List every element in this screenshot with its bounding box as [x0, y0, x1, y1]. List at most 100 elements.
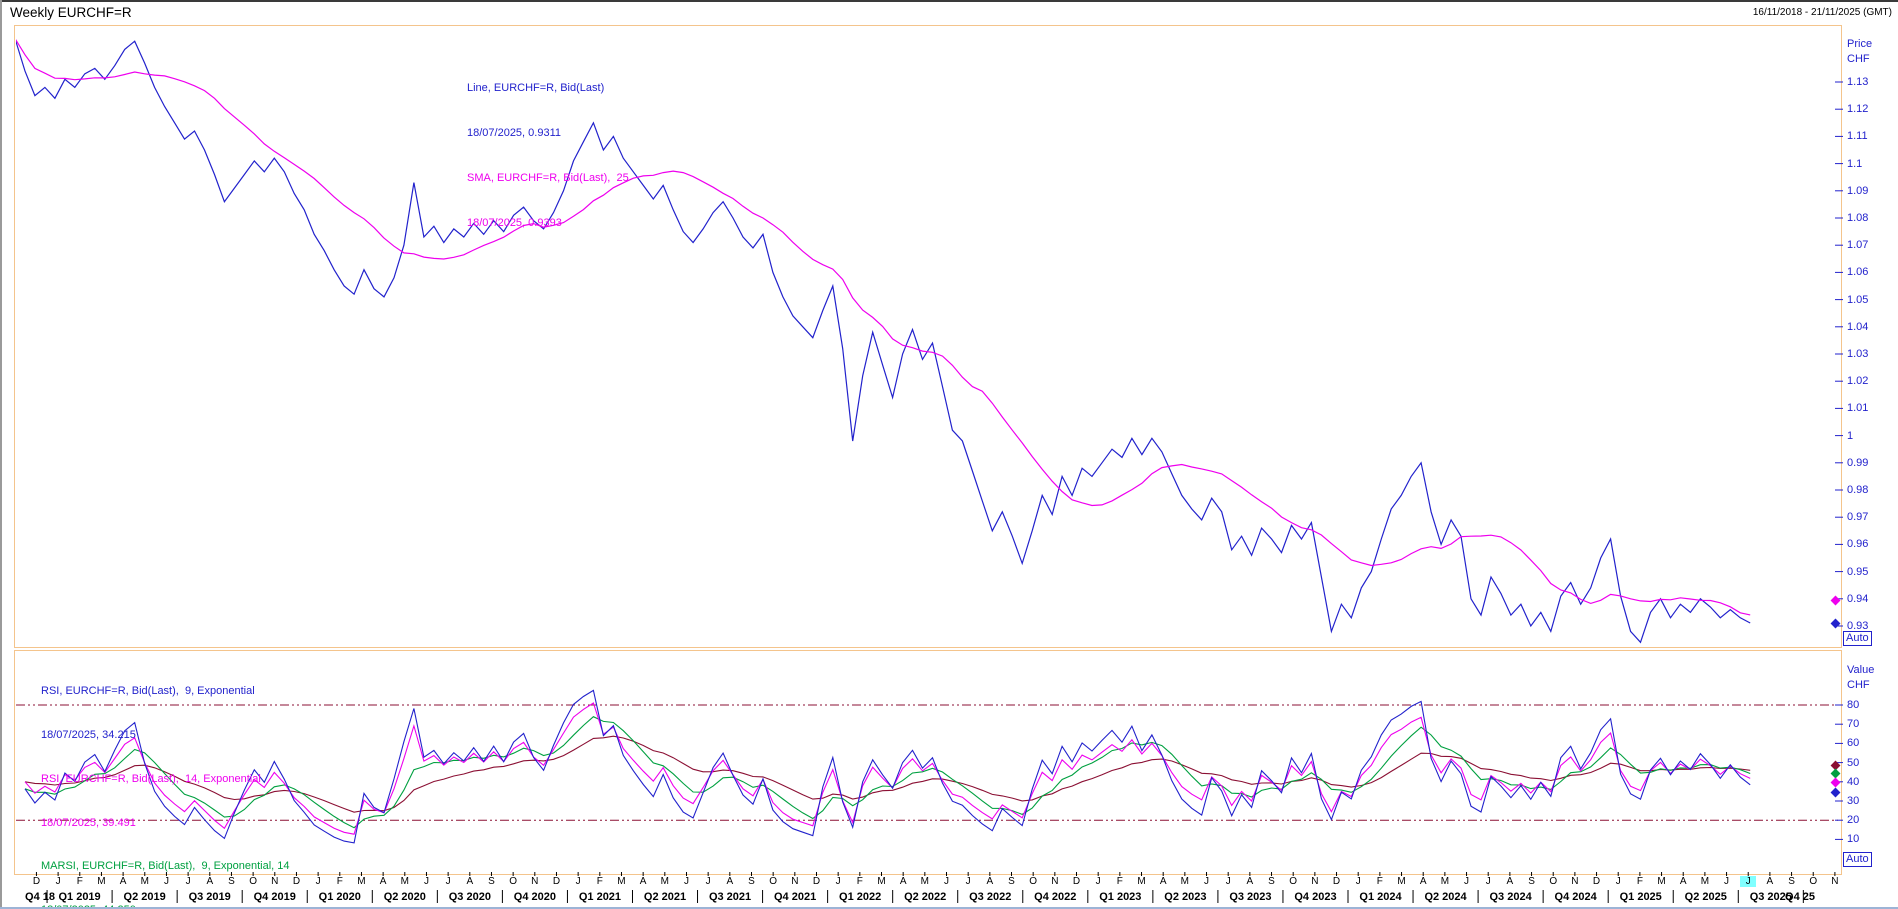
month-label: J [310, 876, 326, 887]
legend-rsi14-name: RSI, EURCHF=R, Bid(Last), 14, Exponentia… [41, 772, 296, 787]
month-label: A [375, 876, 391, 887]
month-label: J [1090, 876, 1106, 887]
month-label: D [808, 876, 824, 887]
month-label: A [1502, 876, 1518, 887]
value-tick-label: 30 [1847, 795, 1859, 807]
rsi-legend: RSI, EURCHF=R, Bid(Last), 9, Exponential… [41, 655, 296, 909]
month-label: M [873, 876, 889, 887]
price-tick-label: 1.12 [1847, 103, 1868, 115]
value-axis-auto-button[interactable]: Auto [1843, 852, 1872, 867]
legend-price-series-value: 18/07/2025, 0.9311 [467, 126, 629, 141]
price-tick-label: 0.95 [1847, 566, 1868, 578]
price-tick-label: 1.02 [1847, 375, 1868, 387]
month-label: N [1827, 876, 1843, 887]
month-label: J [960, 876, 976, 887]
month-label: A [1242, 876, 1258, 887]
month-label: A [1762, 876, 1778, 887]
month-label: S [1524, 876, 1540, 887]
month-label: F [592, 876, 608, 887]
value-tick-label: 50 [1847, 757, 1859, 769]
month-label: J [1199, 876, 1215, 887]
quarter-label: Q3 2023 [1208, 891, 1292, 903]
legend-rsi9-value: 18/07/2025, 34.215 [41, 728, 296, 743]
price-tick-label: 1.11 [1847, 130, 1868, 142]
value-tick-label: 40 [1847, 776, 1859, 788]
month-label: J [570, 876, 586, 887]
chart-title: Weekly EURCHF=R [10, 5, 132, 20]
month-label: F [1112, 876, 1128, 887]
window-top-edge [0, 0, 1898, 2]
price-tick-label: 1.05 [1847, 294, 1868, 306]
price-axis-title: Price CHF [1847, 37, 1872, 67]
quarter-label: Q1 2023 [1078, 891, 1162, 903]
month-label: F [1372, 876, 1388, 887]
legend-rsi14-value: 18/07/2025, 39.491 [41, 816, 296, 831]
quarter-label: Q1 2025 [1599, 891, 1683, 903]
price-tick-label: 1.13 [1847, 76, 1868, 88]
month-label: N [1047, 876, 1063, 887]
price-tick-label: 1.04 [1847, 321, 1868, 333]
month-label: J [830, 876, 846, 887]
legend-price-series-name: Line, EURCHF=R, Bid(Last) [467, 81, 629, 96]
month-label: D [1589, 876, 1605, 887]
month-label: M [1134, 876, 1150, 887]
price-tick-label: 1.01 [1847, 402, 1868, 414]
month-label-current: J [1740, 876, 1756, 887]
quarter-label: Q4 2023 [1273, 891, 1357, 903]
price-tick-label: 1.09 [1847, 185, 1868, 197]
month-label: A [635, 876, 651, 887]
month-label: J [939, 876, 955, 887]
value-tick-label: 60 [1847, 737, 1859, 749]
legend-marsi9-name: MARSI, EURCHF=R, Bid(Last), 9, Exponenti… [41, 859, 296, 874]
month-label: M [1654, 876, 1670, 887]
value-tick-label: 10 [1847, 833, 1859, 845]
window-left-edge [0, 0, 2, 909]
month-label: A [1415, 876, 1431, 887]
quarter-label: Q1 2022 [818, 891, 902, 903]
month-label: O [1285, 876, 1301, 887]
month-label: M [613, 876, 629, 887]
price-chart-panel[interactable] [14, 25, 1842, 648]
month-label: O [505, 876, 521, 887]
month-label: S [483, 876, 499, 887]
month-label: M [917, 876, 933, 887]
month-label: M [657, 876, 673, 887]
month-label: J [1220, 876, 1236, 887]
month-label: F [1632, 876, 1648, 887]
price-tick-label: 1.03 [1847, 348, 1868, 360]
quarter-label: Q1 2024 [1339, 891, 1423, 903]
month-label: S [743, 876, 759, 887]
month-label: J [1719, 876, 1735, 887]
price-tick-label: 1.06 [1847, 266, 1868, 278]
month-label: M [353, 876, 369, 887]
month-label: D [548, 876, 564, 887]
month-label: A [462, 876, 478, 887]
value-tick-label: 20 [1847, 814, 1859, 826]
price-axis-title-line1: Price [1847, 37, 1872, 52]
month-label: S [1004, 876, 1020, 887]
value-tick-label: 80 [1847, 699, 1859, 711]
month-label: O [765, 876, 781, 887]
quarter-label: Q4 2021 [753, 891, 837, 903]
month-label: O [1025, 876, 1041, 887]
price-tick-label: 0.98 [1847, 484, 1868, 496]
month-label: A [1155, 876, 1171, 887]
month-label: J [440, 876, 456, 887]
price-legend: Line, EURCHF=R, Bid(Last) 18/07/2025, 0.… [467, 51, 629, 261]
month-label: N [1567, 876, 1583, 887]
legend-sma-series-value: 18/07/2025, 0.9393 [467, 216, 629, 231]
price-tick-label: 0.97 [1847, 511, 1868, 523]
value-tick-label: 70 [1847, 718, 1859, 730]
price-tick-label: 1.1 [1847, 158, 1862, 170]
month-label: M [1697, 876, 1713, 887]
month-label: N [1307, 876, 1323, 887]
price-tick-label: 0.99 [1847, 457, 1868, 469]
month-label: S [1264, 876, 1280, 887]
price-axis-auto-button[interactable]: Auto [1843, 631, 1872, 646]
month-label: D [1069, 876, 1085, 887]
month-label: F [852, 876, 868, 887]
value-axis-title: Value CHF [1847, 663, 1874, 693]
value-axis-title-line1: Value [1847, 663, 1874, 678]
quarter-label: Q4 2024 [1534, 891, 1618, 903]
month-label: J [1350, 876, 1366, 887]
